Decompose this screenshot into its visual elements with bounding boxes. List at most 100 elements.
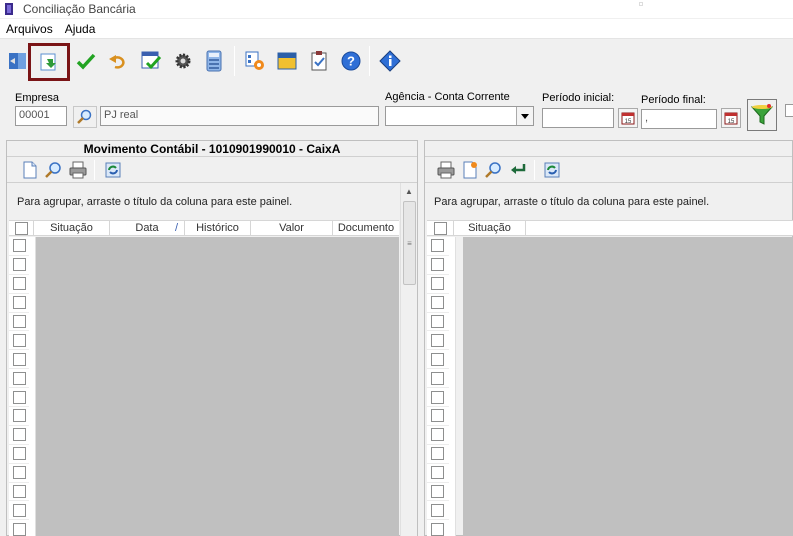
- checklist-button[interactable]: [137, 46, 165, 76]
- window-icon: [277, 52, 297, 70]
- select-all-checkbox[interactable]: [433, 222, 447, 235]
- new-button[interactable]: [19, 160, 41, 180]
- left-panel-title: Movimento Contábil - 1010901990010 - Cai…: [7, 141, 417, 157]
- periodo-final-field[interactable]: ,: [641, 109, 717, 129]
- menu-ajuda[interactable]: Ajuda: [59, 22, 102, 36]
- row-checkbox[interactable]: [13, 522, 26, 536]
- row-checkbox[interactable]: [13, 390, 26, 404]
- table-row: [427, 388, 449, 408]
- new-document-icon: [23, 161, 37, 179]
- title-marker: [639, 2, 643, 6]
- select-all-cell[interactable]: [427, 221, 454, 235]
- column-historico[interactable]: Histórico: [185, 221, 251, 235]
- row-checkbox[interactable]: [13, 447, 26, 461]
- row-checkbox[interactable]: [431, 239, 444, 253]
- left-panel: Movimento Contábil - 1010901990010 - Cai…: [6, 140, 418, 536]
- row-checkbox[interactable]: [431, 333, 444, 347]
- select-all-cell[interactable]: [9, 221, 34, 235]
- new-document-icon: [463, 161, 477, 179]
- row-checkbox[interactable]: [13, 315, 26, 328]
- left-grid-body: [36, 237, 399, 536]
- column-documento[interactable]: Documento: [333, 221, 399, 235]
- option-checkbox[interactable]: [785, 104, 793, 117]
- empresa-name-field: PJ real: [100, 106, 379, 126]
- print-button[interactable]: [435, 160, 457, 180]
- return-button[interactable]: [507, 160, 529, 180]
- row-checkbox[interactable]: [13, 352, 26, 366]
- row-checkbox[interactable]: [431, 503, 444, 517]
- gear-icon: [175, 53, 191, 69]
- column-data[interactable]: Data /: [110, 221, 185, 235]
- left-vertical-scrollbar[interactable]: ▲ ≡: [400, 183, 417, 536]
- row-checkbox[interactable]: [431, 428, 444, 442]
- row-checkbox[interactable]: [13, 428, 26, 442]
- svg-text:?: ?: [347, 54, 355, 69]
- row-checkbox[interactable]: [13, 239, 26, 253]
- left-row-selectors: [9, 237, 29, 536]
- column-situacao[interactable]: Situação: [454, 221, 526, 235]
- refresh-button[interactable]: [102, 160, 124, 180]
- row-checkbox[interactable]: [431, 522, 444, 536]
- empresa-search-button[interactable]: [73, 106, 97, 128]
- confirm-button[interactable]: [72, 46, 100, 76]
- undo-button[interactable]: [104, 46, 132, 76]
- gear-button[interactable]: [169, 46, 197, 76]
- calculator-button[interactable]: [200, 46, 228, 76]
- import-button[interactable]: [28, 43, 70, 81]
- column-valor[interactable]: Valor: [251, 221, 333, 235]
- row-checkbox[interactable]: [431, 371, 444, 385]
- scroll-thumb[interactable]: ≡: [403, 201, 416, 285]
- window-button[interactable]: [273, 46, 301, 76]
- row-checkbox[interactable]: [431, 296, 444, 310]
- agencia-select[interactable]: [385, 106, 534, 126]
- menu-arquivos[interactable]: Arquivos: [0, 22, 59, 36]
- scroll-up-icon[interactable]: ▲: [401, 183, 417, 199]
- row-checkbox[interactable]: [13, 371, 26, 385]
- row-checkbox[interactable]: [13, 503, 26, 517]
- empresa-code-field[interactable]: 00001: [15, 106, 67, 126]
- row-checkbox[interactable]: [13, 296, 26, 310]
- row-checkbox[interactable]: [431, 485, 444, 499]
- printer-icon: [69, 161, 87, 179]
- info-button[interactable]: [376, 46, 404, 76]
- row-checkbox[interactable]: [431, 258, 444, 272]
- help-button[interactable]: ?: [337, 46, 365, 76]
- search-button[interactable]: [483, 160, 505, 180]
- row-checkbox[interactable]: [431, 447, 444, 461]
- column-situacao[interactable]: Situação: [34, 221, 110, 235]
- print-button[interactable]: [67, 160, 89, 180]
- search-button[interactable]: [43, 160, 65, 180]
- periodo-inicial-field[interactable]: [542, 108, 614, 128]
- row-checkbox[interactable]: [431, 315, 444, 328]
- chevron-down-icon[interactable]: [516, 107, 533, 125]
- periodo-inicial-calendar-button[interactable]: 15: [618, 108, 638, 128]
- row-checkbox[interactable]: [13, 485, 26, 499]
- svg-text:15: 15: [625, 119, 632, 125]
- row-checkbox[interactable]: [431, 277, 444, 291]
- settings-grid-button[interactable]: [241, 46, 269, 76]
- row-checkbox[interactable]: [431, 390, 444, 404]
- row-checkbox[interactable]: [13, 409, 26, 423]
- row-indicator-column: [449, 237, 456, 536]
- table-row: [427, 294, 449, 313]
- new-button[interactable]: [459, 160, 481, 180]
- undo-icon: [109, 55, 125, 69]
- table-row: [9, 237, 29, 256]
- app-icon: [5, 3, 13, 15]
- periodo-final-calendar-button[interactable]: 15: [721, 108, 741, 128]
- row-checkbox[interactable]: [431, 409, 444, 423]
- select-all-checkbox[interactable]: [14, 222, 28, 235]
- filter-panel: Empresa 00001 PJ real Agência - Conta Co…: [0, 86, 793, 136]
- row-checkbox[interactable]: [13, 277, 26, 291]
- refresh-button[interactable]: [541, 160, 563, 180]
- left-panel-toolbar: [7, 157, 417, 183]
- row-checkbox[interactable]: [431, 352, 444, 366]
- search-icon: [485, 162, 501, 178]
- apply-filter-button[interactable]: [747, 99, 777, 131]
- row-checkbox[interactable]: [13, 258, 26, 272]
- table-row: [427, 520, 449, 536]
- row-checkbox[interactable]: [13, 466, 26, 480]
- row-checkbox[interactable]: [431, 466, 444, 480]
- clipboard-button[interactable]: [305, 46, 333, 76]
- row-checkbox[interactable]: [13, 333, 26, 347]
